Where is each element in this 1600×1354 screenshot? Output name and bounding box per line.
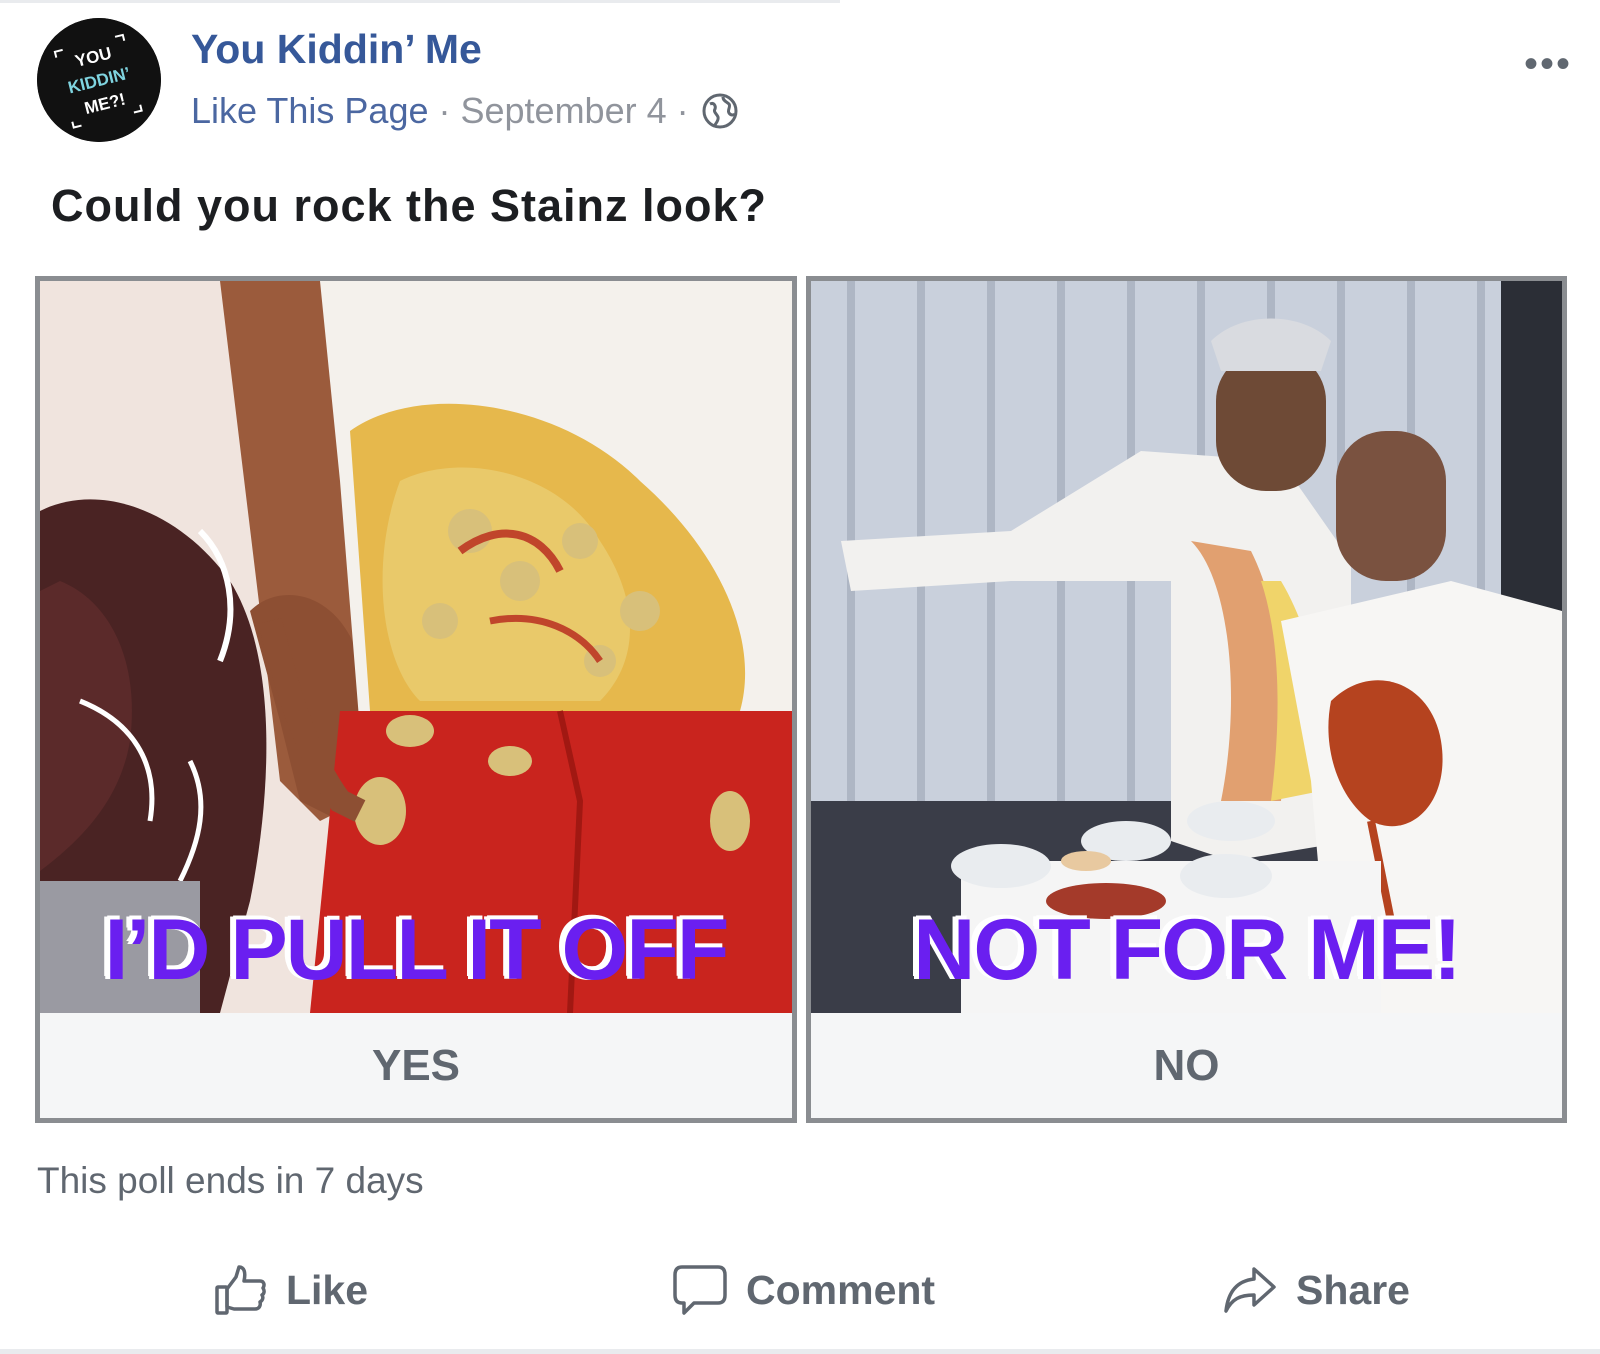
post-actions: Like Comment Share <box>0 1250 1600 1330</box>
like-label: Like <box>286 1266 369 1313</box>
overlay-text-no: NOT FOR ME! <box>913 902 1462 998</box>
avatar[interactable]: YOU KIDDIN’ ME?! <box>37 18 161 142</box>
poll-option-yes[interactable]: I’D PULL IT OFF YES <box>35 276 797 1123</box>
share-label: Share <box>1296 1266 1410 1313</box>
page-name-link[interactable]: You Kiddin’ Me <box>191 26 482 73</box>
meta-separator-2: · <box>676 90 689 131</box>
comment-label: Comment <box>746 1266 936 1313</box>
share-button[interactable]: Share <box>1222 1250 1410 1330</box>
share-arrow-icon <box>1224 1267 1276 1313</box>
bottom-divider <box>0 1349 1600 1354</box>
poll-choice-yes[interactable]: YES <box>40 1013 792 1118</box>
post-text: Could you rock the Stainz look? <box>51 180 768 231</box>
facebook-post: YOU KIDDIN’ ME?! You Kiddin’ Me Like Thi… <box>0 0 1600 1354</box>
top-divider <box>0 0 840 3</box>
avatar-logo: YOU KIDDIN’ ME?! <box>37 18 161 142</box>
poll-end-notice: This poll ends in 7 days <box>37 1160 424 1201</box>
like-page-link[interactable]: Like This Page <box>191 90 428 132</box>
meta-separator: · <box>438 90 451 131</box>
comment-button[interactable]: Comment <box>672 1250 935 1330</box>
post-meta: Like This Page · September 4 · <box>191 90 739 132</box>
poll-choice-no[interactable]: NO <box>811 1013 1562 1118</box>
like-button[interactable]: Like <box>214 1250 368 1330</box>
poll-option-no[interactable]: NOT FOR ME! NO <box>806 276 1567 1123</box>
overlay-text-yes: I’D PULL IT OFF <box>104 902 730 998</box>
more-options-button[interactable]: ••• <box>1524 44 1572 84</box>
globe-icon[interactable] <box>701 92 739 130</box>
comment-icon <box>673 1265 727 1315</box>
thumbs-up-icon <box>215 1265 266 1315</box>
post-date[interactable]: September 4 <box>460 90 666 132</box>
